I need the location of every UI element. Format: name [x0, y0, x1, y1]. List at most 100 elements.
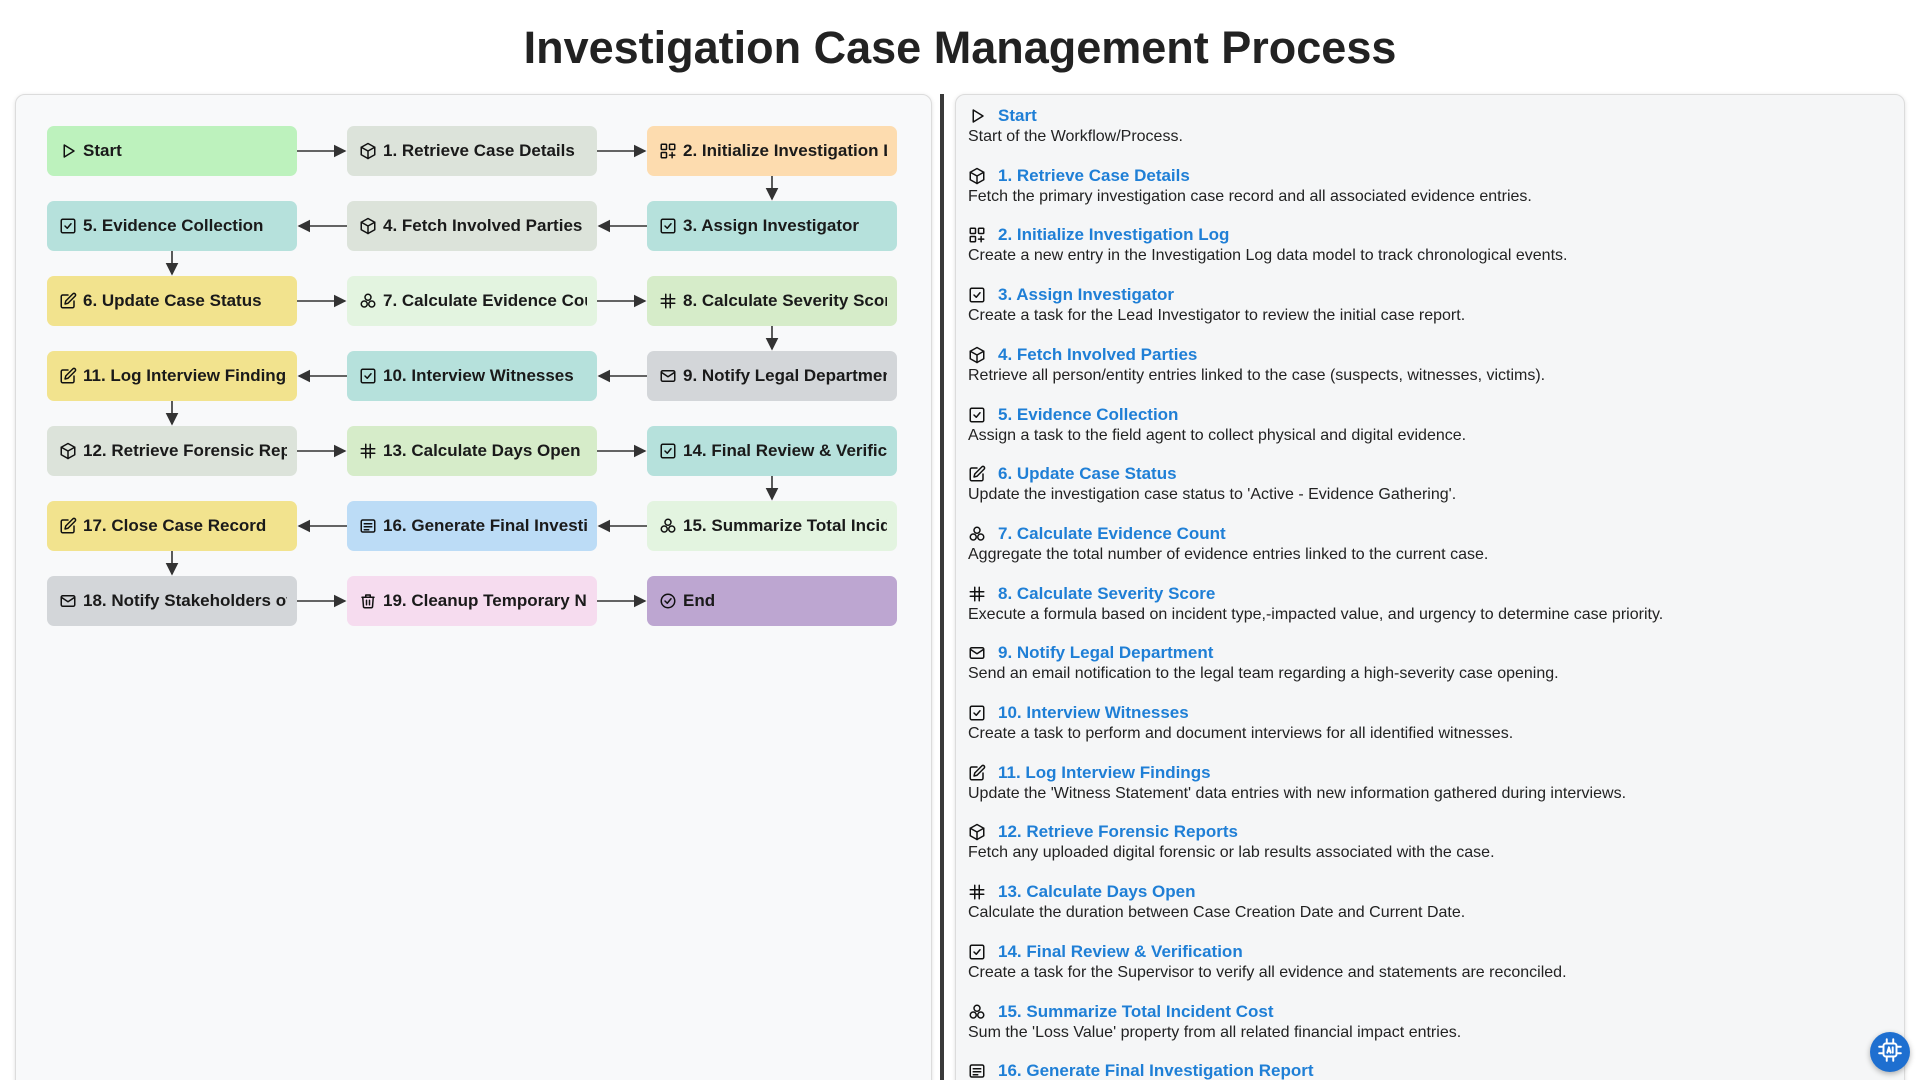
flow-node-start[interactable]: Start — [47, 126, 297, 176]
edit-icon — [59, 517, 77, 535]
flow-node-n4[interactable]: 4. Fetch Involved Parties — [347, 201, 597, 251]
flow-node-label: 9. Notify Legal Department — [683, 366, 887, 385]
flow-node-label: 18. Notify Stakeholders of Closure — [83, 591, 287, 610]
checkbox-icon — [59, 217, 77, 235]
triple-circle-icon — [659, 517, 677, 535]
flow-node-label: 12. Retrieve Forensic Reports — [83, 441, 287, 460]
step-item: 3. Assign Investigator Create a task for … — [968, 284, 1888, 325]
step-item: 10. Interview Witnesses Create a task to … — [968, 702, 1888, 743]
grid-plus-icon — [659, 142, 677, 160]
flow-node-n3[interactable]: 3. Assign Investigator — [647, 201, 897, 251]
flow-node-n18[interactable]: 18. Notify Stakeholders of Closure — [47, 576, 297, 626]
flow-node-n9[interactable]: 9. Notify Legal Department — [647, 351, 897, 401]
step-item: Start Start of the Workflow/Process. — [968, 105, 1888, 146]
panel-divider[interactable] — [940, 94, 944, 1080]
step-title-link[interactable]: 7. Calculate Evidence Count — [998, 524, 1226, 544]
ai-assistant-button[interactable] — [1870, 1032, 1910, 1072]
grid-plus-icon — [968, 226, 986, 244]
triple-circle-icon — [968, 525, 986, 543]
flow-node-label: 14. Final Review & Verification — [683, 441, 887, 460]
triple-circle-icon — [968, 1003, 986, 1021]
step-description: Fetch any uploaded digital forensic or l… — [968, 844, 1495, 862]
flow-node-label: 5. Evidence Collection — [83, 216, 264, 235]
step-item: 15. Summarize Total Incident Cost Sum the… — [968, 1001, 1888, 1042]
checkbox-icon — [359, 367, 377, 385]
step-title-link[interactable]: 14. Final Review & Verification — [998, 942, 1243, 962]
flow-node-n12[interactable]: 12. Retrieve Forensic Reports — [47, 426, 297, 476]
step-title-link[interactable]: 10. Interview Witnesses — [998, 703, 1189, 723]
step-item: 4. Fetch Involved Parties Retrieve all pe… — [968, 344, 1888, 385]
flow-node-label: End — [683, 591, 716, 610]
step-title-link[interactable]: 15. Summarize Total Incident Cost — [998, 1002, 1274, 1022]
flow-node-label: 11. Log Interview Findings — [83, 366, 287, 385]
checkbox-icon — [968, 406, 986, 424]
flow-node-n14[interactable]: 14. Final Review & Verification — [647, 426, 897, 476]
step-title-link[interactable]: 9. Notify Legal Department — [998, 643, 1213, 663]
step-title-link[interactable]: 11. Log Interview Findings — [998, 763, 1211, 783]
step-title-link[interactable]: 4. Fetch Involved Parties — [998, 345, 1197, 365]
steps-list-panel: Start Start of the Workflow/Process. 1. Re… — [955, 94, 1905, 1080]
step-item: 13. Calculate Days Open Calculate the dur… — [968, 881, 1888, 922]
step-item: 7. Calculate Evidence Count Aggregate the… — [968, 523, 1888, 564]
flow-node-n10[interactable]: 10. Interview Witnesses — [347, 351, 597, 401]
step-title-link[interactable]: 13. Calculate Days Open — [998, 882, 1195, 902]
step-description: Calculate the duration between Case Crea… — [968, 904, 1466, 922]
hash-icon — [659, 292, 677, 310]
step-description: Create a task to perform and document in… — [968, 725, 1514, 742]
flow-node-label: 19. Cleanup Temporary Notes — [383, 591, 587, 610]
step-item: 12. Retrieve Forensic Reports Fetch any u… — [968, 821, 1888, 862]
step-title-link[interactable]: 12. Retrieve Forensic Reports — [998, 822, 1238, 842]
step-title-link[interactable]: 1. Retrieve Case Details — [998, 166, 1190, 186]
mail-icon — [59, 592, 77, 610]
step-description: Create a task for the Lead Investigator … — [968, 307, 1466, 325]
flow-node-n8[interactable]: 8. Calculate Severity Score — [647, 276, 897, 326]
flow-node-n19[interactable]: 19. Cleanup Temporary Notes — [347, 576, 597, 626]
report-icon — [359, 517, 377, 535]
check-circle-icon — [659, 592, 677, 610]
checkbox-icon — [659, 217, 677, 235]
cube-icon — [968, 346, 986, 364]
trash-icon — [359, 592, 377, 610]
step-item: 6. Update Case Status Update the investig… — [968, 463, 1888, 504]
cube-icon — [359, 217, 377, 235]
cube-icon — [968, 167, 986, 185]
step-item: 11. Log Interview Findings Update the 'Wi… — [968, 762, 1888, 803]
flow-node-label: 3. Assign Investigator — [683, 216, 860, 235]
flow-node-n6[interactable]: 6. Update Case Status — [47, 276, 297, 326]
step-title-link[interactable]: 8. Calculate Severity Score — [998, 584, 1215, 604]
step-description: Update the investigation case status to … — [968, 486, 1457, 504]
step-description: Send an email notification to the legal … — [968, 665, 1559, 683]
step-description: Assign a task to the field agent to coll… — [968, 426, 1467, 444]
play-icon — [59, 142, 77, 160]
flow-node-label: 7. Calculate Evidence Count — [383, 291, 587, 310]
report-icon — [968, 1062, 986, 1080]
flow-node-n1[interactable]: 1. Retrieve Case Details — [347, 126, 597, 176]
checkbox-icon — [659, 442, 677, 460]
flow-node-n17[interactable]: 17. Close Case Record — [47, 501, 297, 551]
flow-node-n5[interactable]: 5. Evidence Collection — [47, 201, 297, 251]
checkbox-icon — [968, 704, 986, 722]
step-title-link[interactable]: 3. Assign Investigator — [998, 285, 1174, 305]
flow-node-n16[interactable]: 16. Generate Final Investigation Report — [347, 501, 597, 551]
flow-node-n15[interactable]: 15. Summarize Total Incident Cost — [647, 501, 897, 551]
step-title-link[interactable]: 16. Generate Final Investigation Report — [998, 1061, 1314, 1080]
step-item: 14. Final Review & Verification Create a … — [968, 941, 1888, 982]
ai-chip-icon — [1877, 1037, 1903, 1068]
flow-node-n11[interactable]: 11. Log Interview Findings — [47, 351, 297, 401]
step-title-link[interactable]: 5. Evidence Collection — [998, 405, 1178, 425]
flow-node-label: 1. Retrieve Case Details — [383, 141, 575, 160]
step-description: Fetch the primary investigation case rec… — [968, 187, 1532, 205]
flow-node-n7[interactable]: 7. Calculate Evidence Count — [347, 276, 597, 326]
flow-node-n13[interactable]: 13. Calculate Days Open — [347, 426, 597, 476]
step-title-link[interactable]: 6. Update Case Status — [998, 464, 1177, 484]
step-item: 1. Retrieve Case Details Fetch the primar… — [968, 165, 1888, 206]
flow-node-label: 17. Close Case Record — [83, 516, 267, 535]
step-title-link[interactable]: Start — [998, 106, 1037, 126]
flow-node-n2[interactable]: 2. Initialize Investigation Log — [647, 126, 897, 176]
flow-node-label: 4. Fetch Involved Parties — [383, 216, 583, 235]
step-item: 16. Generate Final Investigation Report — [968, 1060, 1888, 1080]
flow-node-end[interactable]: End — [647, 576, 897, 626]
hash-icon — [968, 883, 986, 901]
cube-icon — [59, 442, 77, 460]
step-title-link[interactable]: 2. Initialize Investigation Log — [998, 225, 1229, 245]
